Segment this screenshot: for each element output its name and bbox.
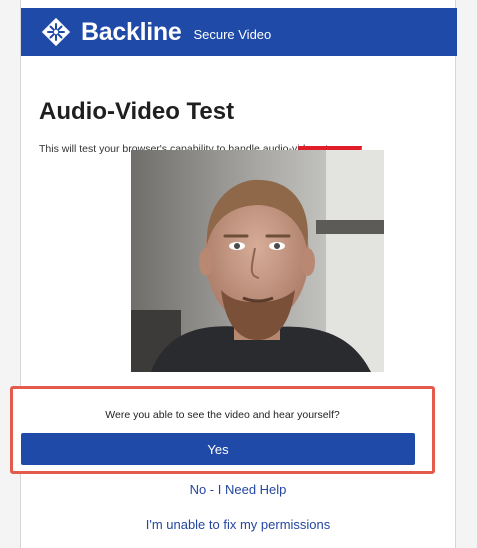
brand-subtitle: Secure Video (193, 26, 272, 42)
yes-button[interactable]: Yes (21, 433, 415, 465)
page-edge-right (456, 0, 477, 548)
need-help-link[interactable]: No - I Need Help (20, 482, 456, 497)
page-title: Audio-Video Test (39, 98, 235, 125)
backline-snowflake-icon (41, 17, 71, 47)
video-self-view-image (131, 150, 384, 372)
confirmation-question: Were you able to see the video and hear … (105, 409, 340, 421)
video-preview (131, 150, 384, 372)
app-header: Backline Secure Video (21, 8, 457, 56)
unable-fix-permissions-link[interactable]: I'm unable to fix my permissions (20, 517, 456, 532)
confirmation-panel: Were you able to see the video and hear … (10, 386, 435, 474)
brand-name: Backline (81, 17, 182, 46)
